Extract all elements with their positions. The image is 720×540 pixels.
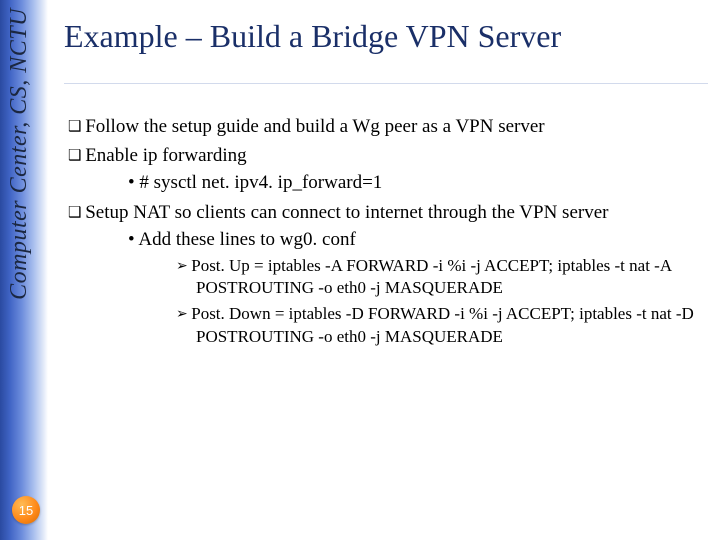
- sub-sub-bullet-item: Post. Down = iptables -D FORWARD -i %i -…: [176, 303, 708, 349]
- page-number: 15: [19, 503, 33, 518]
- title-underline: [64, 83, 708, 84]
- slide: Computer Center, CS, NCTU 15 Example – B…: [0, 0, 720, 540]
- content-area: Example – Build a Bridge VPN Server Foll…: [64, 0, 708, 540]
- bullet-item: Setup NAT so clients can connect to inte…: [68, 200, 708, 349]
- bullet-text: Enable ip forwarding: [85, 145, 246, 166]
- sidebar-org-text: Computer Center, CS, NCTU: [6, 8, 33, 300]
- sub-bullet-item: Add these lines to wg0. conf Post. Up = …: [128, 227, 708, 349]
- sub-sub-bullet-item: Post. Up = iptables -A FORWARD -i %i -j …: [176, 255, 708, 301]
- sub-bullet-list: Add these lines to wg0. conf Post. Up = …: [94, 227, 708, 349]
- sub-bullet-text: Add these lines to wg0. conf: [138, 229, 355, 250]
- bullet-item: Enable ip forwarding # sysctl net. ipv4.…: [68, 143, 708, 196]
- sub-bullet-list: # sysctl net. ipv4. ip_forward=1: [94, 170, 708, 196]
- sidebar: Computer Center, CS, NCTU: [0, 0, 48, 540]
- bullet-item: Follow the setup guide and build a Wg pe…: [68, 114, 708, 139]
- bullet-list: Follow the setup guide and build a Wg pe…: [64, 114, 708, 349]
- sub-sub-bullet-list: Post. Up = iptables -A FORWARD -i %i -j …: [146, 255, 708, 350]
- sub-bullet-item: # sysctl net. ipv4. ip_forward=1: [128, 170, 708, 196]
- bullet-text: Setup NAT so clients can connect to inte…: [85, 202, 608, 223]
- page-number-badge: 15: [12, 496, 40, 524]
- slide-title: Example – Build a Bridge VPN Server: [64, 16, 708, 55]
